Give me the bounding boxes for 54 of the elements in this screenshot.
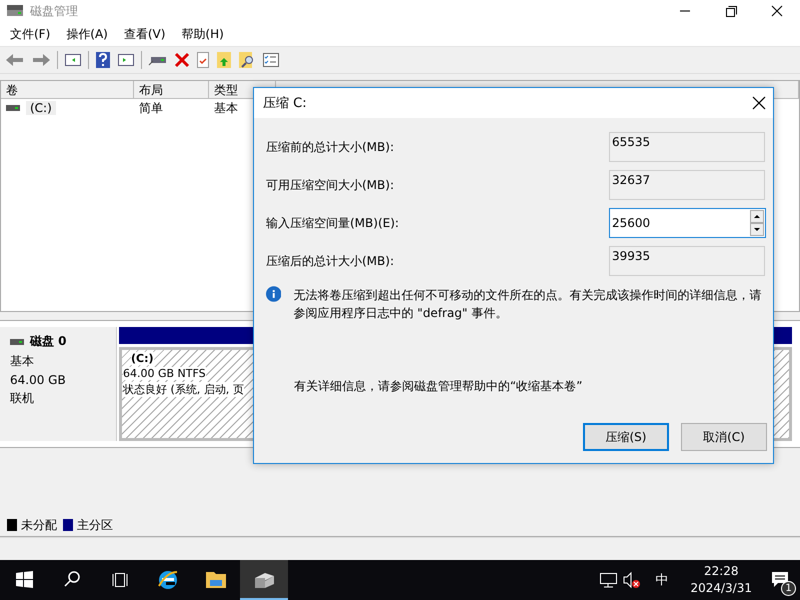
readonly-field: 32637 [609,170,765,200]
info-icon [266,286,282,302]
help-text: 有关详细信息，请参阅磁盘管理帮助中的“收缩基本卷” [294,378,584,395]
dialog-button[interactable]: 压缩(S) [583,423,669,451]
column-header[interactable]: 卷 [1,81,134,99]
drive-icon [6,104,20,112]
back-arrow-icon[interactable] [5,52,25,68]
menu-item[interactable]: 操作(A) [60,24,114,44]
readonly-field: 65535 [609,132,765,162]
checklist-icon[interactable] [262,52,280,68]
delete-icon[interactable] [174,52,190,68]
partition-status: 状态良好 (系统, 启动, 页 [123,382,244,397]
legend-label: 未分配 [21,516,57,534]
close-button[interactable] [751,95,767,111]
number-spin-field[interactable]: 25600 [609,208,766,238]
folder-up-icon[interactable] [216,51,232,69]
disk-drive-icon [6,4,24,18]
table-cell: 基本 [214,100,238,116]
menu-item[interactable]: 文件(F) [4,24,56,44]
folder-search-icon[interactable] [238,51,256,69]
input-field[interactable]: 25600 [610,209,750,237]
window-title: 磁盘管理 [30,2,78,20]
disk-size: 64.00 GB [10,373,67,387]
forward-arrow-icon[interactable] [31,52,51,68]
disk-management-taskbar-icon[interactable] [240,560,288,600]
partition-size: 64.00 GB NTFS [123,367,206,380]
input-method-indicator[interactable]: 中 [655,571,668,589]
clock[interactable]: 22:28 2024/3/31 [690,563,752,597]
column-header[interactable]: 布局 [134,81,209,99]
spin-down-button[interactable] [750,223,764,236]
dialog-button[interactable]: 取消(C) [681,423,767,451]
notification-icon[interactable] [770,570,790,590]
panel-icon[interactable] [117,52,135,68]
readonly-field: 39935 [609,246,765,276]
spin-up-button[interactable] [750,210,764,223]
menu-item[interactable]: 帮助(H) [175,24,230,44]
partition-name: (C:) [131,352,154,365]
table-cell: (C:) [26,101,56,115]
disk-type: 基本 [10,353,35,370]
menu-item[interactable]: 查看(V) [118,24,172,44]
notification-badge: 1 [781,581,796,596]
document-check-icon[interactable] [196,51,210,69]
legend-label: 主分区 [77,516,113,534]
info-message: 无法将卷压缩到超出任何不可移动的文件所在的点。有关完成该操作时间的详细信息，请参阅应用程序日志中的 "defrag" 事件。 [293,287,762,322]
drive-icon [10,338,24,346]
field-label: 可用压缩空间大小(MB): [266,176,395,194]
field-label: 压缩后的总计大小(MB): [266,252,395,270]
disk-name: 磁盘 0 [30,333,67,350]
field-label: 压缩前的总计大小(MB): [266,138,395,156]
disk-status: 联机 [10,390,35,407]
help-icon[interactable] [95,51,111,69]
panel-icon[interactable] [64,52,82,68]
table-cell: 简单 [139,100,163,116]
field-label: 输入压缩空间量(MB)(E): [266,214,400,232]
